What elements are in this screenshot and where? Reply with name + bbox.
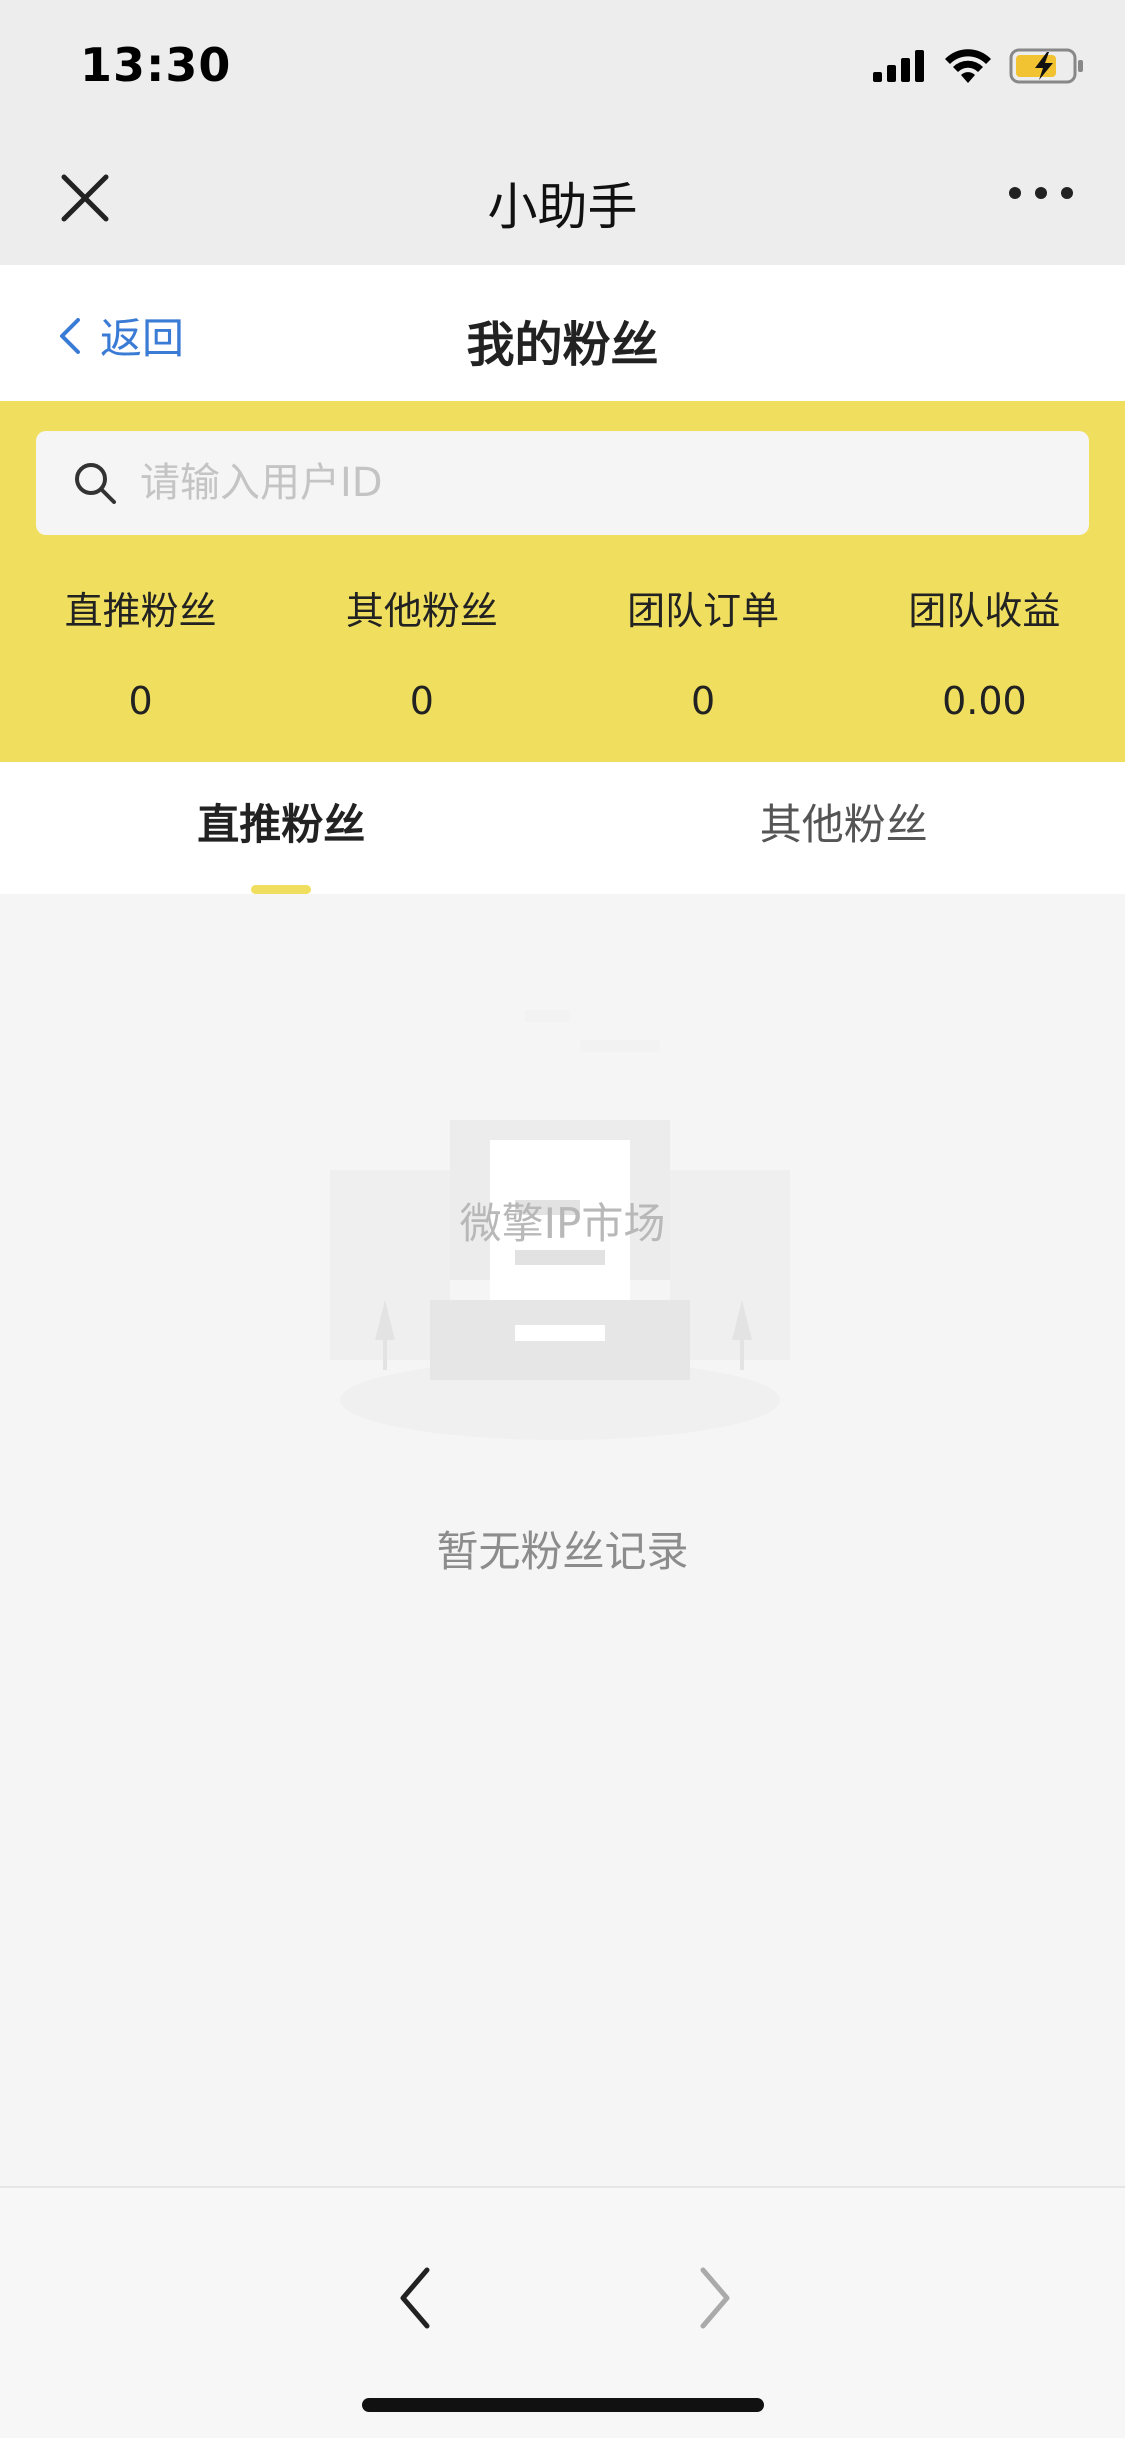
status-icons <box>873 48 1085 84</box>
stat-team-orders: 团队订单 0 <box>563 581 844 723</box>
more-dot <box>1035 187 1047 199</box>
more-dot <box>1009 187 1021 199</box>
stat-label: 团队订单 <box>563 581 844 641</box>
page-header: 返回 我的粉丝 <box>0 265 1125 401</box>
empty-state-message: 暂无粉丝记录 <box>0 1518 1125 1579</box>
tab-direct-fans[interactable]: 直推粉丝 <box>0 762 563 894</box>
bottom-navigation <box>0 2186 1125 2438</box>
home-indicator[interactable] <box>362 2398 764 2412</box>
status-bar: 13:30 <box>0 0 1125 135</box>
wifi-icon <box>945 49 991 83</box>
stat-other-fans: 其他粉丝 0 <box>281 581 562 723</box>
mini-program-title: 小助手 <box>0 167 1125 239</box>
tab-active-indicator <box>251 885 311 894</box>
nav-back-icon[interactable] <box>385 2258 445 2338</box>
watermark-text: 微擎IP市场 <box>0 1190 1125 1251</box>
search-box[interactable] <box>36 431 1089 535</box>
more-icon[interactable] <box>1009 187 1073 199</box>
search-icon <box>72 460 118 506</box>
stat-value: 0 <box>563 679 844 723</box>
stat-value: 0 <box>281 679 562 723</box>
stat-value: 0 <box>0 679 281 723</box>
stat-direct-fans: 直推粉丝 0 <box>0 581 281 723</box>
stat-label: 直推粉丝 <box>0 581 281 641</box>
signal-icon <box>873 50 927 82</box>
summary-panel: 直推粉丝 0 其他粉丝 0 团队订单 0 团队收益 0.00 <box>0 401 1125 762</box>
page-title: 我的粉丝 <box>0 305 1125 375</box>
mini-program-nav: 小助手 <box>0 135 1125 265</box>
tab-label: 其他粉丝 <box>760 800 928 849</box>
stats-row: 直推粉丝 0 其他粉丝 0 团队订单 0 团队收益 0.00 <box>0 581 1125 723</box>
tab-other-fans[interactable]: 其他粉丝 <box>563 762 1125 894</box>
search-input[interactable] <box>138 459 1042 507</box>
status-time: 13:30 <box>80 38 231 92</box>
nav-forward-icon[interactable] <box>685 2258 745 2338</box>
more-dot <box>1061 187 1073 199</box>
stat-label: 团队收益 <box>844 581 1125 641</box>
stat-label: 其他粉丝 <box>281 581 562 641</box>
battery-charging-icon <box>1009 48 1085 84</box>
tab-label: 直推粉丝 <box>197 800 365 849</box>
stat-value: 0.00 <box>844 679 1125 723</box>
tab-bar: 直推粉丝 其他粉丝 <box>0 762 1125 894</box>
stat-team-earnings: 团队收益 0.00 <box>844 581 1125 723</box>
